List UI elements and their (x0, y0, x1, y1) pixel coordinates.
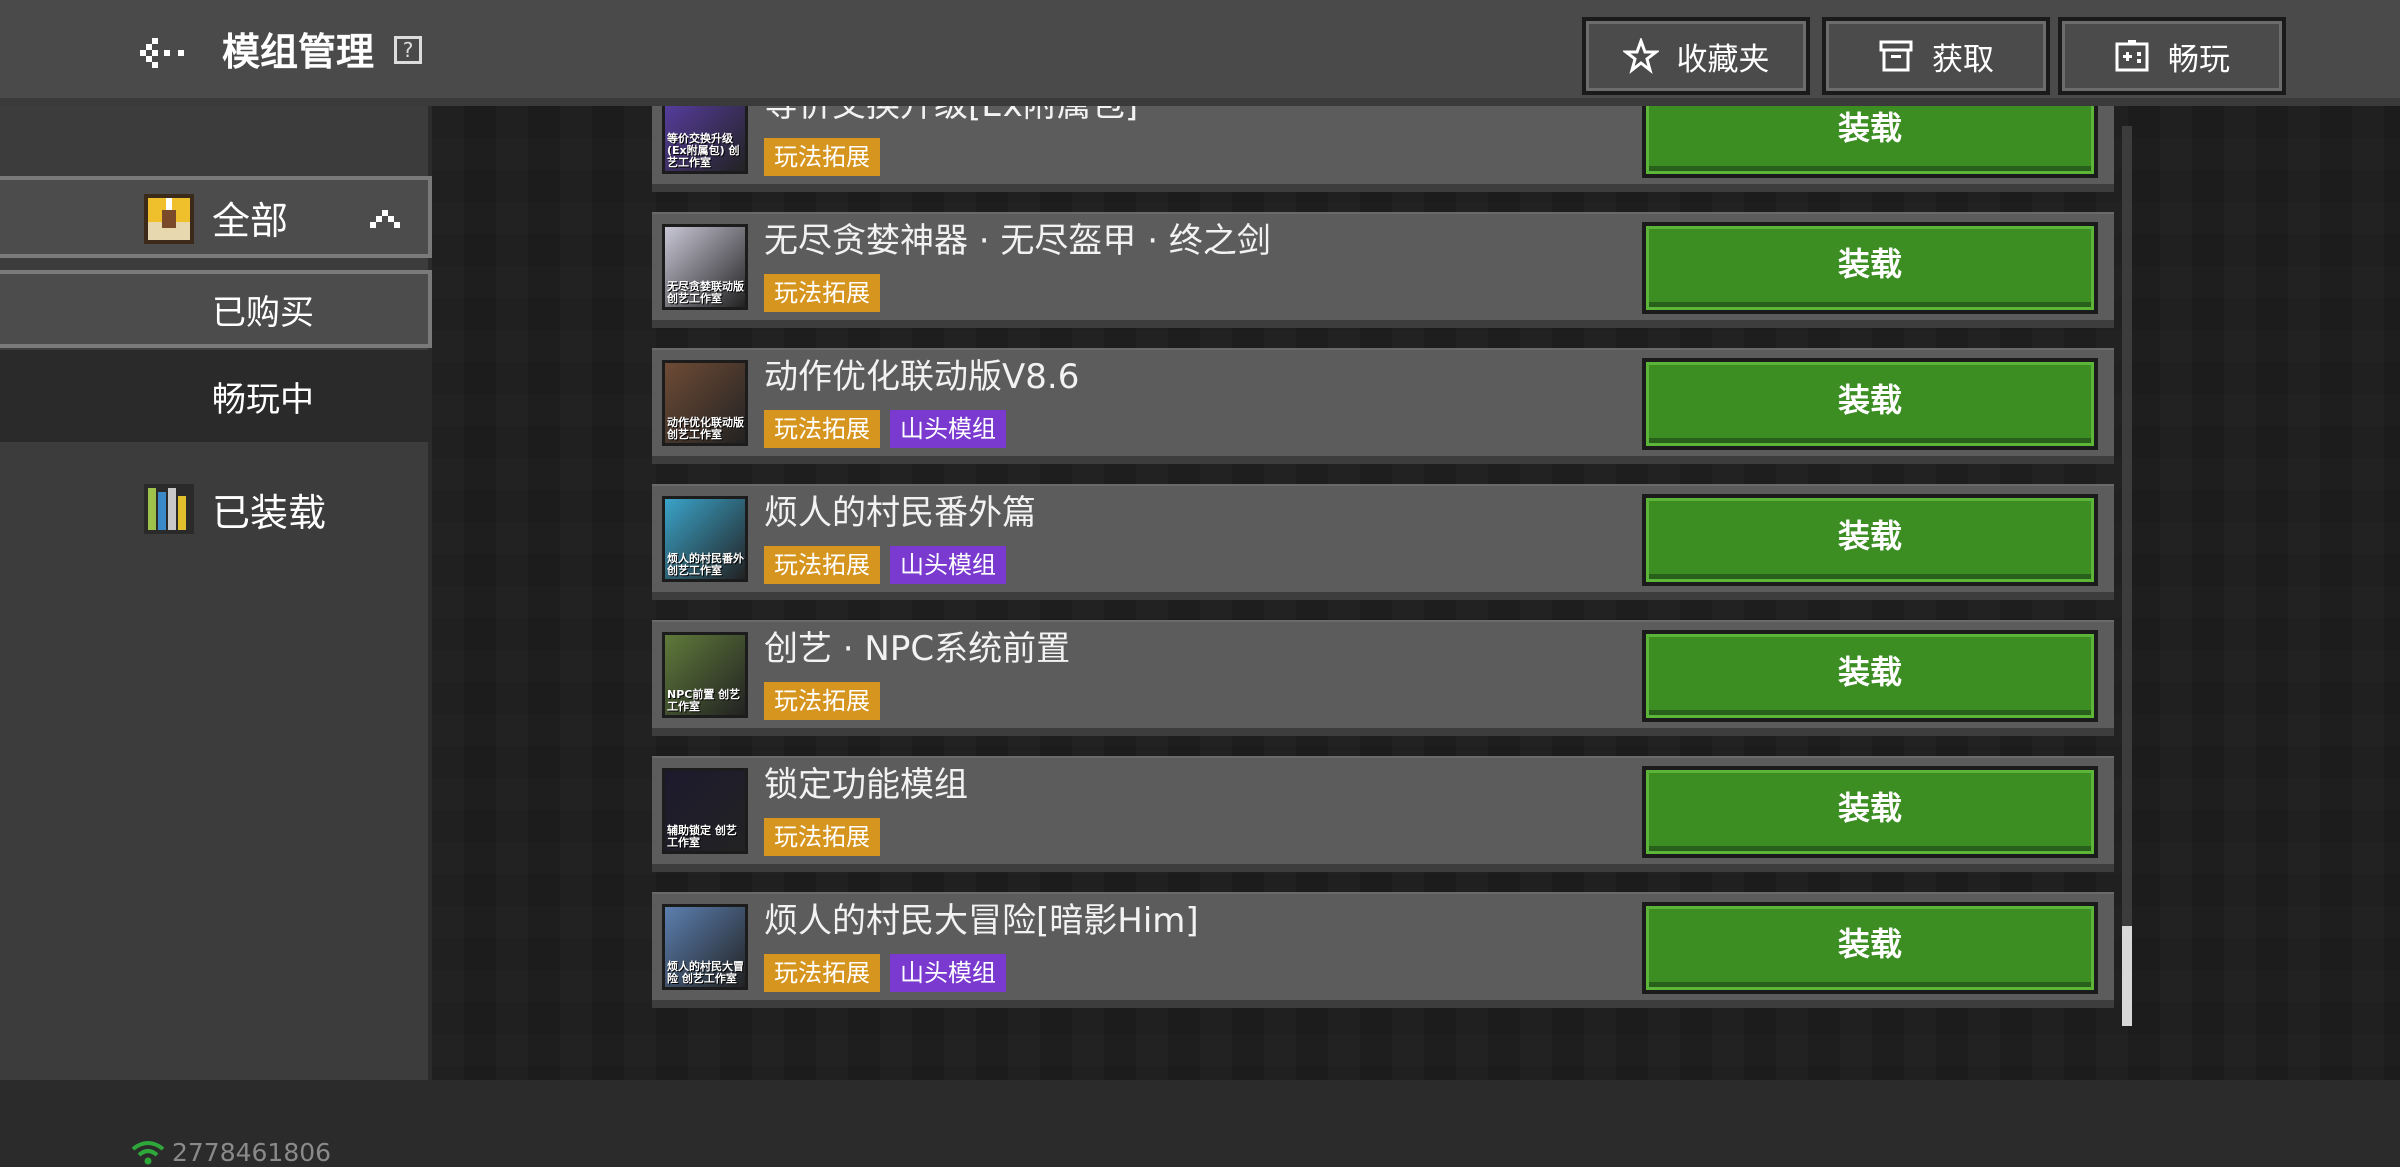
bookshelf-icon (144, 484, 194, 534)
wifi-icon (131, 1140, 165, 1164)
network-status: 2778461806 (130, 1138, 331, 1167)
load-button[interactable]: 装载 (1642, 766, 2098, 858)
mod-tags: 玩法拓展 (764, 682, 880, 720)
mod-row-6: 辅助锁定 创艺工作室 锁定功能模组 玩法拓展 装载 (652, 756, 2114, 872)
mod-tag: 山头模组 (890, 410, 1006, 448)
mod-title: 创艺 · NPC系统前置 (764, 629, 1071, 669)
mod-row-5: NPC前置 创艺工作室 创艺 · NPC系统前置 玩法拓展 装载 (652, 620, 2114, 736)
favorites-label: 收藏夹 (1676, 41, 1770, 78)
page-title: 模组管理 (222, 30, 375, 74)
mod-tag: 玩法拓展 (764, 546, 880, 584)
sidebar-label-loaded: 已装载 (212, 490, 327, 535)
get-button[interactable]: 获取 (1822, 17, 2050, 95)
mod-thumbnail: 无尽贪婪联动版 创艺工作室 (662, 224, 748, 310)
user-id: 2778461806 (172, 1138, 332, 1167)
load-button[interactable]: 装载 (1642, 222, 2098, 314)
mod-tags: 玩法拓展 (764, 138, 880, 176)
sidebar-item-all[interactable]: 全部 (0, 176, 432, 258)
help-icon[interactable]: ? (394, 36, 422, 64)
mod-thumbnail: 等价交换升级(Ex附属包) 创艺工作室 (662, 106, 748, 174)
load-button[interactable]: 装载 (1642, 494, 2098, 586)
mod-thumbnail: NPC前置 创艺工作室 (662, 632, 748, 718)
mod-list: 等价交换升级(Ex附属包) 创艺工作室 等价交换升级[Ex附属包] 玩法拓展 装… (652, 106, 2114, 1028)
scrollbar[interactable] (2122, 126, 2132, 1026)
mod-thumbnail-caption: 等价交换升级(Ex附属包) 创艺工作室 (667, 132, 740, 169)
mod-thumbnail-caption: 无尽贪婪联动版 创艺工作室 (667, 280, 744, 305)
mod-tags: 玩法拓展 山头模组 (764, 546, 1006, 584)
mod-title: 动作优化联动版V8.6 (764, 357, 1080, 397)
mod-thumbnail-caption: 辅助锁定 创艺工作室 (667, 824, 737, 849)
load-button[interactable]: 装载 (1642, 630, 2098, 722)
mod-row-4: 烦人的村民番外 创艺工作室 烦人的村民番外篇 玩法拓展 山头模组 装载 (652, 484, 2114, 600)
sidebar-item-playing[interactable]: 畅玩中 (0, 350, 432, 442)
mod-tag: 山头模组 (890, 546, 1006, 584)
load-button[interactable]: 装载 (1642, 358, 2098, 450)
mod-row-2: 无尽贪婪联动版 创艺工作室 无尽贪婪神器 · 无尽盔甲 · 终之剑 玩法拓展 装… (652, 212, 2114, 328)
mod-tag: 玩法拓展 (764, 682, 880, 720)
scrollbar-thumb[interactable] (2122, 926, 2132, 1026)
star-icon (1622, 38, 1659, 74)
archive-icon (1879, 40, 1913, 72)
mod-tag: 玩法拓展 (764, 410, 880, 448)
chevron-up-icon[interactable] (368, 208, 402, 232)
mod-title: 锁定功能模组 (764, 765, 968, 805)
mod-thumbnail: 烦人的村民大冒险 创艺工作室 (662, 904, 748, 990)
sidebar-label-bought: 已购买 (212, 292, 314, 333)
mod-tag: 玩法拓展 (764, 954, 880, 992)
sidebar-label-playing: 畅玩中 (212, 379, 314, 420)
sidebar-item-bought[interactable]: 已购买 (0, 270, 432, 348)
mod-title: 烦人的村民番外篇 (764, 493, 1036, 533)
mod-title: 无尽贪婪神器 · 无尽盔甲 · 终之剑 (764, 221, 1271, 261)
mod-tag: 玩法拓展 (764, 274, 880, 312)
top-bar: 模组管理 ? 收藏夹 获取 畅玩 (0, 0, 2400, 106)
mod-thumbnail-caption: 烦人的村民大冒险 创艺工作室 (667, 960, 744, 985)
mod-title: 等价交换升级[Ex附属包] (764, 106, 1138, 128)
gamepad-icon (2115, 40, 2149, 72)
mod-tag: 山头模组 (890, 954, 1006, 992)
mod-tag: 玩法拓展 (764, 138, 880, 176)
mod-tag: 玩法拓展 (764, 818, 880, 856)
mod-tags: 玩法拓展 (764, 818, 880, 856)
favorites-button[interactable]: 收藏夹 (1582, 17, 1810, 95)
get-label: 获取 (1932, 41, 1994, 78)
chest-icon (144, 194, 194, 244)
play-label: 畅玩 (2168, 41, 2230, 78)
mod-thumbnail-caption: 动作优化联动版 创艺工作室 (667, 416, 744, 441)
mod-thumbnail: 动作优化联动版 创艺工作室 (662, 360, 748, 446)
mod-tags: 玩法拓展 山头模组 (764, 410, 1006, 448)
mod-title: 烦人的村民大冒险[暗影Him] (764, 901, 1199, 941)
load-button[interactable]: 装载 (1642, 106, 2098, 178)
mod-row-7: 烦人的村民大冒险 创艺工作室 烦人的村民大冒险[暗影Him] 玩法拓展 山头模组 … (652, 892, 2114, 1008)
load-button[interactable]: 装载 (1642, 902, 2098, 994)
mod-thumbnail: 辅助锁定 创艺工作室 (662, 768, 748, 854)
sidebar: 全部 已购买 畅玩中 已装载 2778461806 (0, 106, 432, 1167)
sidebar-item-loaded[interactable]: 已装载 (0, 468, 432, 550)
mod-thumbnail-caption: NPC前置 创艺工作室 (667, 688, 741, 713)
mod-row-3: 动作优化联动版 创艺工作室 动作优化联动版V8.6 玩法拓展 山头模组 装载 (652, 348, 2114, 464)
play-button[interactable]: 畅玩 (2058, 17, 2286, 95)
sidebar-label-all: 全部 (212, 198, 289, 243)
mod-thumbnail: 烦人的村民番外 创艺工作室 (662, 496, 748, 582)
back-arrow-icon[interactable] (134, 30, 190, 76)
mod-list-panel: 等价交换升级(Ex附属包) 创艺工作室 等价交换升级[Ex附属包] 玩法拓展 装… (432, 106, 2400, 1080)
mod-tags: 玩法拓展 (764, 274, 880, 312)
mod-thumbnail-caption: 烦人的村民番外 创艺工作室 (667, 552, 744, 577)
mod-tags: 玩法拓展 山头模组 (764, 954, 1006, 992)
mod-row-1: 等价交换升级(Ex附属包) 创艺工作室 等价交换升级[Ex附属包] 玩法拓展 装… (652, 106, 2114, 192)
